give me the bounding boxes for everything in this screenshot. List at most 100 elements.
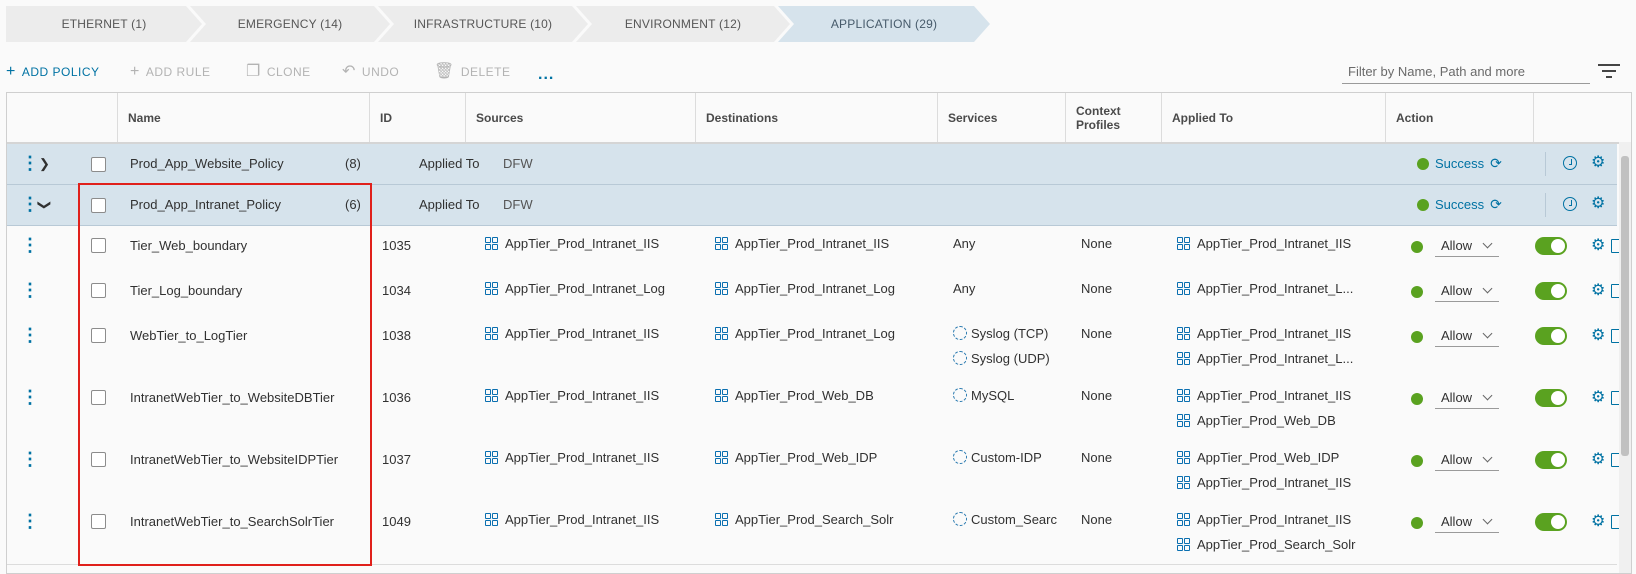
rule-enabled-toggle[interactable] bbox=[1535, 327, 1567, 345]
row-checkbox[interactable] bbox=[91, 514, 106, 529]
rule-source[interactable]: AppTier_Prod_Intranet_IIS bbox=[485, 450, 659, 465]
rule-name[interactable]: Tier_Log_boundary bbox=[130, 283, 242, 298]
policy-row[interactable]: ⋮ ❯ Prod_App_Website_Policy (8) Applied … bbox=[7, 144, 1617, 185]
vertical-scrollbar[interactable] bbox=[1619, 142, 1631, 573]
rule-destination[interactable]: AppTier_Prod_Web_DB bbox=[715, 388, 874, 403]
rule-row[interactable]: ⋮ Tier_Web_boundary 1035 AppTier_Prod_In… bbox=[7, 226, 1623, 272]
rule-source[interactable]: AppTier_Prod_Intranet_IIS bbox=[485, 512, 659, 527]
undo-button[interactable]: ↶ UNDO bbox=[342, 60, 399, 84]
rule-service[interactable]: MySQL bbox=[953, 388, 1014, 403]
rule-context-profile[interactable]: None bbox=[1081, 512, 1112, 527]
rule-destination[interactable]: AppTier_Prod_Web_IDP bbox=[715, 450, 877, 465]
row-checkbox[interactable] bbox=[91, 390, 106, 405]
column-header-context-profiles[interactable]: Context Profiles bbox=[1065, 93, 1161, 142]
add-rule-button[interactable]: + ADD RULE bbox=[130, 60, 211, 84]
rule-enabled-toggle[interactable] bbox=[1535, 237, 1567, 255]
delete-button[interactable]: 🗑 DELETE bbox=[434, 60, 511, 84]
rule-context-profile[interactable]: None bbox=[1081, 388, 1112, 403]
rule-applied-to[interactable]: AppTier_Prod_Web_IDP bbox=[1177, 450, 1339, 465]
chevron-down-icon[interactable]: ❯ bbox=[36, 200, 52, 211]
history-icon[interactable] bbox=[1563, 156, 1577, 170]
gear-icon[interactable]: ⚙ bbox=[1591, 328, 1605, 344]
refresh-icon[interactable]: ⟳ bbox=[1490, 196, 1502, 213]
action-select[interactable]: Allow bbox=[1435, 325, 1499, 347]
row-menu-icon[interactable]: ⋮ bbox=[21, 236, 39, 254]
rule-service[interactable]: Any bbox=[953, 236, 975, 251]
rule-destination[interactable]: AppTier_Prod_Intranet_Log bbox=[715, 326, 895, 341]
rule-name[interactable]: IntranetWebTier_to_WebsiteDBTier bbox=[130, 390, 334, 405]
row-checkbox[interactable] bbox=[91, 283, 106, 298]
clone-button[interactable]: ❐ CLONE bbox=[246, 60, 311, 84]
row-menu-icon[interactable]: ⋮ bbox=[21, 388, 39, 406]
column-header-services[interactable]: Services bbox=[937, 93, 1065, 142]
action-select[interactable]: Allow bbox=[1435, 511, 1499, 533]
tab-emergency[interactable]: EMERGENCY (14) bbox=[190, 6, 390, 42]
policy-row[interactable]: ⋮ ❯ Prod_App_Intranet_Policy (6) Applied… bbox=[7, 185, 1617, 226]
history-icon[interactable] bbox=[1563, 197, 1577, 211]
applied-to-value[interactable]: DFW bbox=[503, 197, 533, 212]
rule-row[interactable]: ⋮ IntranetWebTier_to_WebsiteDBTier 1036 … bbox=[7, 378, 1623, 441]
row-checkbox[interactable] bbox=[91, 238, 106, 253]
row-checkbox[interactable] bbox=[91, 157, 106, 172]
rule-context-profile[interactable]: None bbox=[1081, 450, 1112, 465]
action-select[interactable]: Allow bbox=[1435, 387, 1499, 409]
action-select[interactable]: Allow bbox=[1435, 449, 1499, 471]
column-header-sources[interactable]: Sources bbox=[465, 93, 695, 142]
rule-source[interactable]: AppTier_Prod_Intranet_IIS bbox=[485, 236, 659, 251]
rule-applied-to[interactable]: AppTier_Prod_Intranet_L... bbox=[1177, 351, 1353, 366]
column-header-action[interactable]: Action bbox=[1385, 93, 1533, 142]
rule-service[interactable]: Custom_Searc bbox=[953, 512, 1057, 527]
gear-icon[interactable]: ⚙ bbox=[1591, 155, 1605, 171]
rule-service[interactable]: Custom-IDP bbox=[953, 450, 1042, 465]
rule-destination[interactable]: AppTier_Prod_Intranet_Log bbox=[715, 281, 895, 296]
filter-input[interactable] bbox=[1342, 60, 1590, 84]
row-checkbox[interactable] bbox=[91, 198, 106, 213]
rule-applied-to[interactable]: AppTier_Prod_Web_DB bbox=[1177, 413, 1336, 428]
column-header-name[interactable]: Name bbox=[117, 93, 369, 142]
rule-applied-to[interactable]: AppTier_Prod_Intranet_IIS bbox=[1177, 475, 1351, 490]
row-menu-icon[interactable]: ⋮ bbox=[21, 450, 39, 468]
rule-applied-to[interactable]: AppTier_Prod_Intranet_IIS bbox=[1177, 326, 1351, 341]
rule-name[interactable]: Tier_Web_boundary bbox=[130, 238, 247, 253]
tab-application[interactable]: APPLICATION (29) bbox=[778, 6, 990, 42]
rule-name[interactable]: IntranetWebTier_to_WebsiteIDPTier bbox=[130, 452, 338, 467]
row-menu-icon[interactable]: ⋮ bbox=[21, 154, 39, 172]
rule-destination[interactable]: AppTier_Prod_Search_Solr bbox=[715, 512, 894, 527]
scrollbar-thumb[interactable] bbox=[1621, 156, 1629, 456]
rule-context-profile[interactable]: None bbox=[1081, 326, 1112, 341]
rule-applied-to[interactable]: AppTier_Prod_Intranet_IIS bbox=[1177, 236, 1351, 251]
row-menu-icon[interactable]: ⋮ bbox=[21, 326, 39, 344]
refresh-icon[interactable]: ⟳ bbox=[1490, 155, 1502, 172]
rule-source[interactable]: AppTier_Prod_Intranet_IIS bbox=[485, 326, 659, 341]
add-policy-button[interactable]: + ADD POLICY bbox=[6, 60, 100, 84]
rule-applied-to[interactable]: AppTier_Prod_Intranet_L... bbox=[1177, 281, 1353, 296]
action-select[interactable]: Allow bbox=[1435, 280, 1499, 302]
rule-context-profile[interactable]: None bbox=[1081, 236, 1112, 251]
tab-ethernet[interactable]: ETHERNET (1) bbox=[6, 6, 202, 42]
chevron-right-icon[interactable]: ❯ bbox=[39, 156, 50, 172]
rule-context-profile[interactable]: None bbox=[1081, 281, 1112, 296]
gear-icon[interactable]: ⚙ bbox=[1591, 238, 1605, 254]
rule-applied-to[interactable]: AppTier_Prod_Search_Solr bbox=[1177, 537, 1356, 552]
row-menu-icon[interactable]: ⋮ bbox=[21, 281, 39, 299]
row-menu-icon[interactable]: ⋮ bbox=[21, 195, 39, 213]
rule-source[interactable]: AppTier_Prod_Intranet_Log bbox=[485, 281, 665, 296]
rule-destination[interactable]: AppTier_Prod_Intranet_IIS bbox=[715, 236, 889, 251]
rule-name[interactable]: IntranetWebTier_to_SearchSolrTier bbox=[130, 514, 334, 529]
rule-enabled-toggle[interactable] bbox=[1535, 451, 1567, 469]
gear-icon[interactable]: ⚙ bbox=[1591, 196, 1605, 212]
row-menu-icon[interactable]: ⋮ bbox=[21, 512, 39, 530]
rule-applied-to[interactable]: AppTier_Prod_Intranet_IIS bbox=[1177, 388, 1351, 403]
rule-enabled-toggle[interactable] bbox=[1535, 282, 1567, 300]
column-header-applied-to[interactable]: Applied To bbox=[1161, 93, 1385, 142]
rule-service[interactable]: Any bbox=[953, 281, 975, 296]
rule-name[interactable]: WebTier_to_LogTier bbox=[130, 328, 247, 343]
applied-to-value[interactable]: DFW bbox=[503, 156, 533, 171]
row-checkbox[interactable] bbox=[91, 328, 106, 343]
tab-infrastructure[interactable]: INFRASTRUCTURE (10) bbox=[378, 6, 588, 42]
rule-row[interactable]: ⋮ IntranetWebTier_to_WebsiteIDPTier 1037… bbox=[7, 440, 1623, 503]
column-header-destinations[interactable]: Destinations bbox=[695, 93, 937, 142]
column-header-id[interactable]: ID bbox=[369, 93, 465, 142]
tab-environment[interactable]: ENVIRONMENT (12) bbox=[576, 6, 790, 42]
filter-icon[interactable] bbox=[1598, 64, 1620, 80]
